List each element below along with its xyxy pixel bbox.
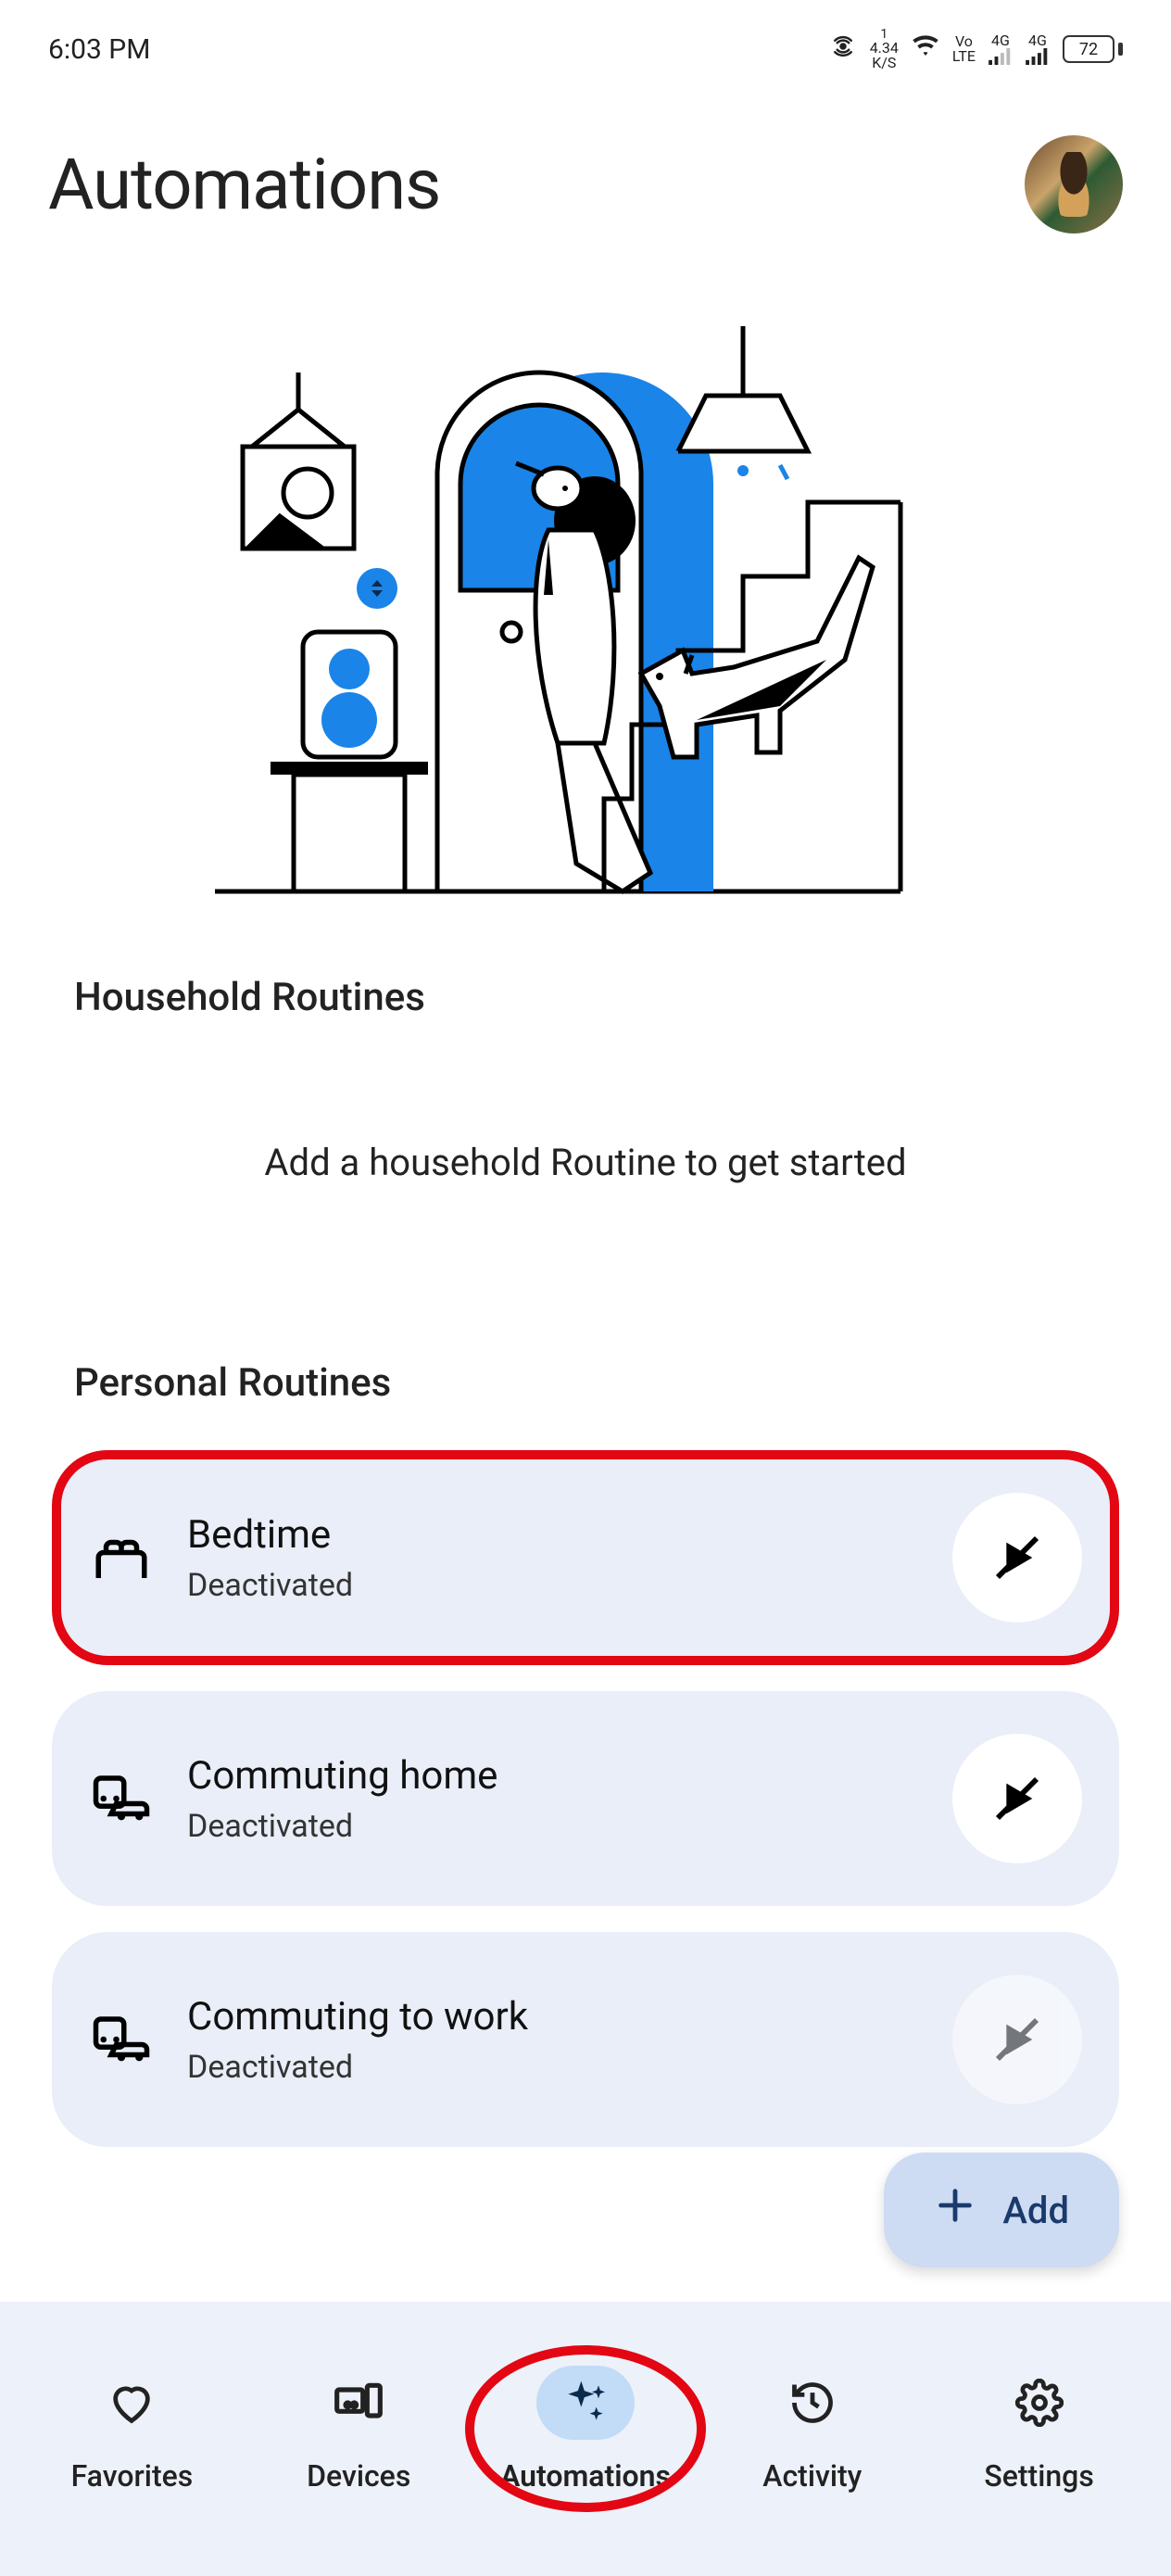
play-routine-button[interactable] [952, 1493, 1082, 1623]
household-empty-message[interactable]: Add a household Routine to get started [0, 1039, 1171, 1323]
nav-label: Favorites [71, 2458, 194, 2494]
net-speed: 1 4.34 K/S [870, 28, 899, 70]
play-routine-button[interactable] [952, 1975, 1082, 2104]
hero-illustration [0, 252, 1171, 938]
personal-section-title: Personal Routines [74, 1360, 1097, 1406]
status-bar: 6:03 PM 1 4.34 K/S Vo LTE 4G 4G 72 [0, 0, 1171, 80]
heart-icon [82, 2366, 181, 2440]
nav-favorites[interactable]: Favorites [19, 2366, 246, 2494]
bottom-navigation: Favorites Devices Automations Activity S… [0, 2302, 1171, 2576]
bed-icon [89, 1525, 154, 1590]
battery-indicator: 72 [1063, 35, 1123, 63]
plus-icon [934, 2184, 976, 2236]
devices-icon [309, 2366, 408, 2440]
routine-title: Bedtime [187, 1512, 919, 1558]
nav-activity[interactable]: Activity [699, 2366, 925, 2494]
routine-status: Deactivated [187, 1808, 919, 1845]
nav-label: Devices [307, 2458, 410, 2494]
commute-icon [89, 1766, 154, 1831]
nav-settings[interactable]: Settings [925, 2366, 1152, 2494]
routine-title: Commuting home [187, 1753, 919, 1799]
routines-list: Bedtime Deactivated Commuting home Deact… [0, 1450, 1171, 2147]
sparkle-icon [536, 2366, 635, 2440]
status-indicators: 1 4.34 K/S Vo LTE 4G 4G 72 [829, 28, 1123, 70]
personal-routines-section: Personal Routines [0, 1323, 1171, 1424]
add-routine-fab[interactable]: Add [884, 2153, 1119, 2267]
household-section-title: Household Routines [74, 975, 1097, 1020]
routine-title: Commuting to work [187, 1994, 919, 2039]
nav-automations[interactable]: Automations [472, 2366, 699, 2494]
page-header: Automations [0, 80, 1171, 252]
commute-icon [89, 2007, 154, 2072]
volte-indicator: Vo LTE [952, 34, 976, 64]
routine-status: Deactivated [187, 2049, 919, 2086]
nav-label: Settings [984, 2458, 1093, 2494]
gear-icon [990, 2366, 1089, 2440]
signal-2: 4G [1026, 33, 1050, 65]
fab-label: Add [1002, 2189, 1069, 2232]
page-title: Automations [48, 143, 440, 226]
signal-1: 4G [988, 33, 1013, 65]
play-routine-button[interactable] [952, 1734, 1082, 1863]
nav-label: Automations [500, 2458, 671, 2494]
routine-commuting-to-work[interactable]: Commuting to work Deactivated [52, 1932, 1119, 2147]
routine-status: Deactivated [187, 1567, 919, 1604]
nav-label: Activity [762, 2458, 862, 2494]
routine-commuting-home[interactable]: Commuting home Deactivated [52, 1691, 1119, 1906]
household-routines-section: Household Routines [0, 938, 1171, 1039]
profile-avatar[interactable] [1025, 135, 1123, 234]
hotspot-icon [829, 32, 857, 66]
wifi-icon [912, 32, 939, 66]
routine-bedtime[interactable]: Bedtime Deactivated [52, 1450, 1119, 1665]
history-icon [763, 2366, 862, 2440]
status-time: 6:03 PM [48, 33, 150, 66]
nav-devices[interactable]: Devices [246, 2366, 472, 2494]
